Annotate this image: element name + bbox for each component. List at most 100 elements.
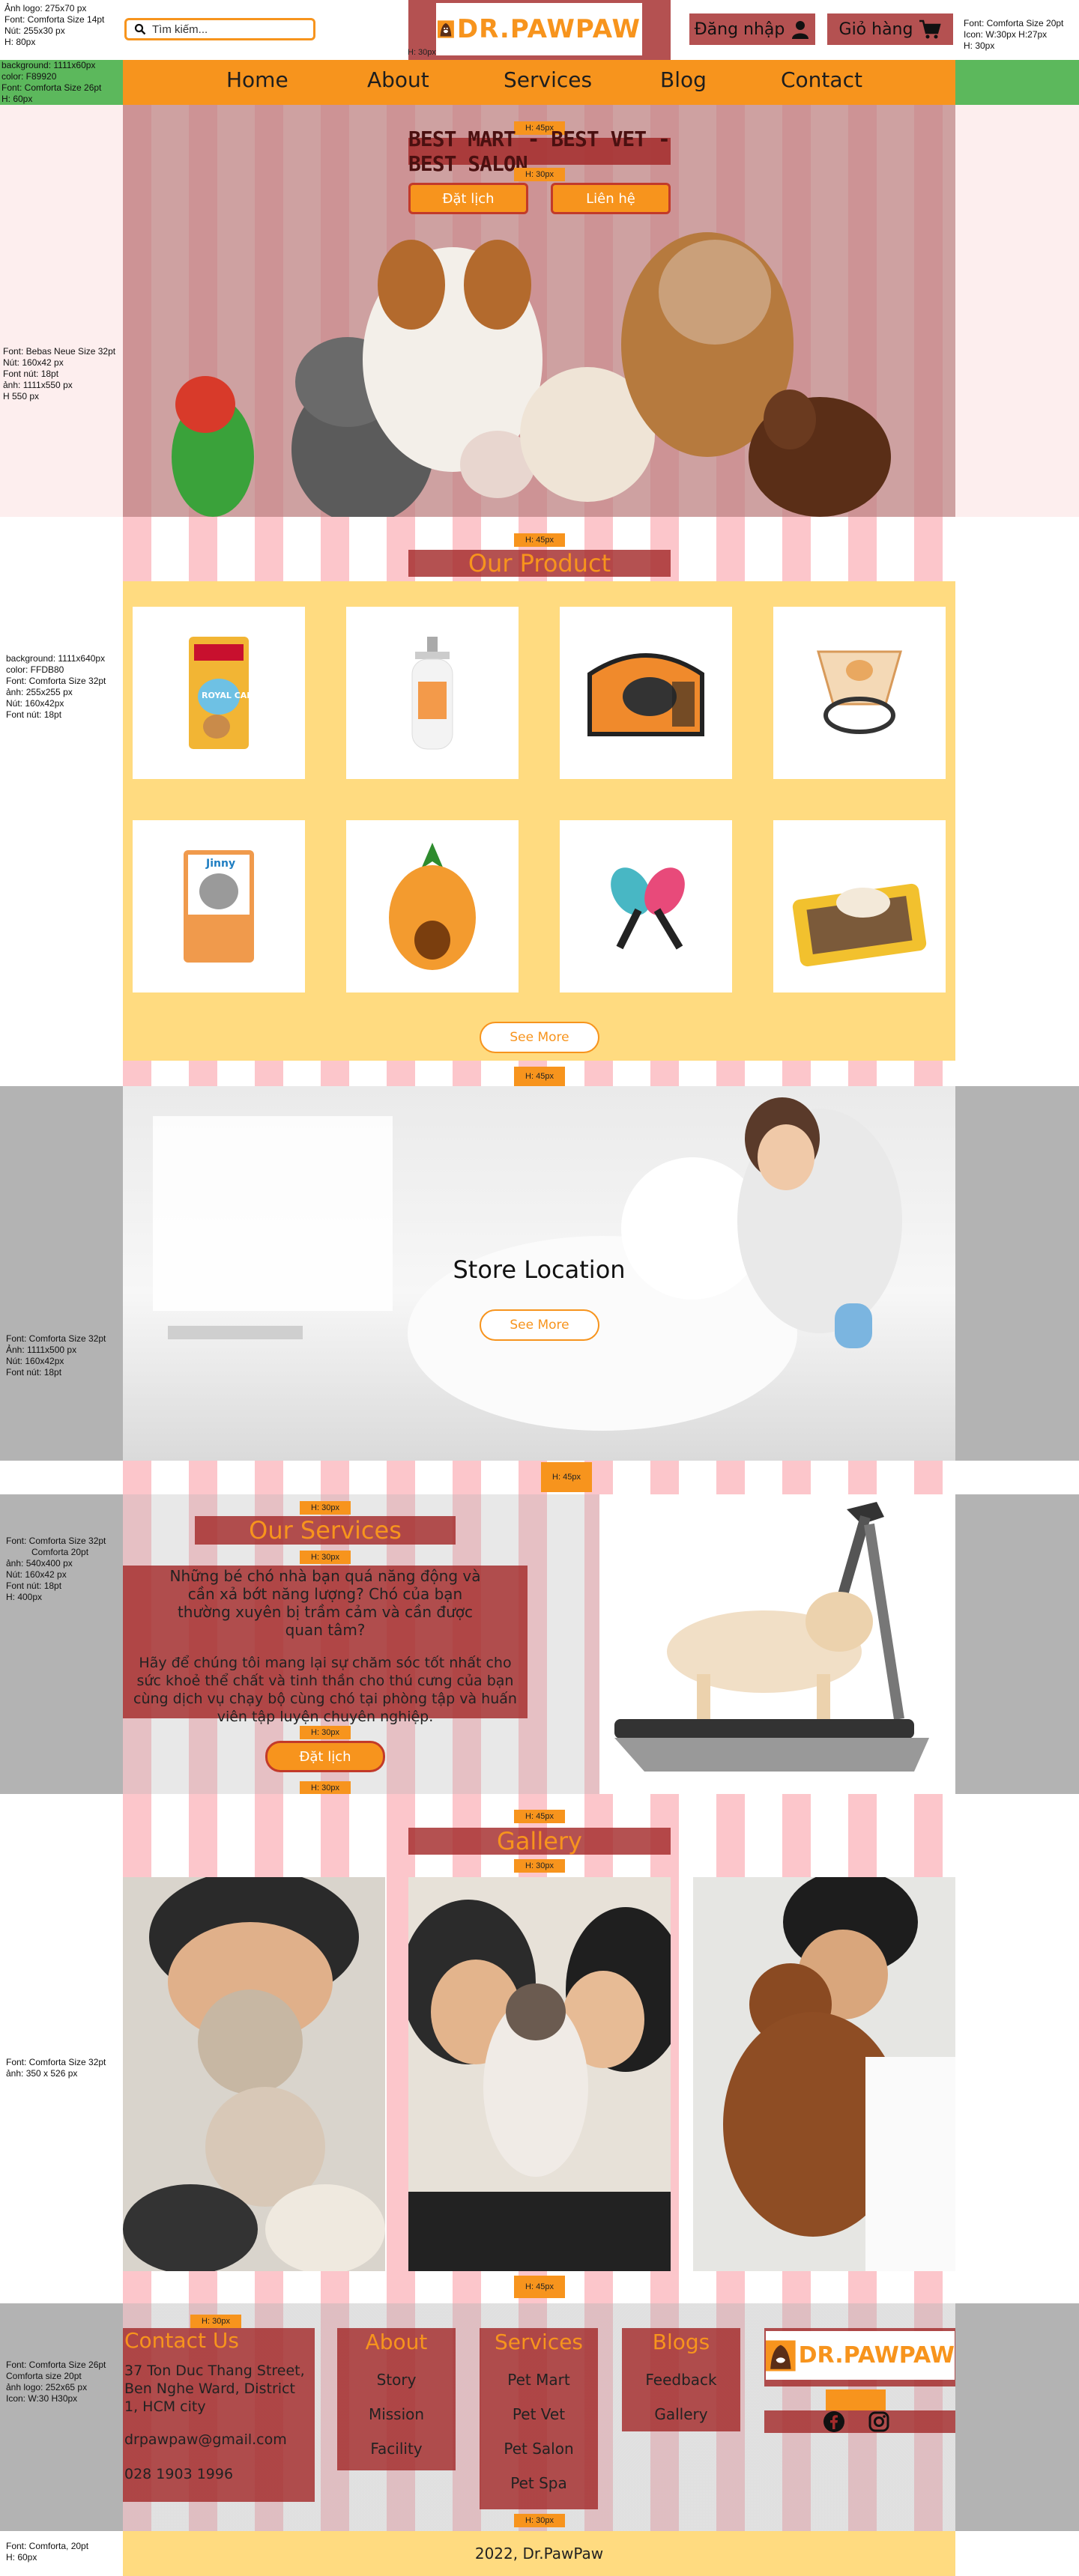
footer-about: About Story Mission Facility	[337, 2328, 456, 2470]
dog-bed-image	[792, 883, 927, 967]
services-button-top-note: H: 30px	[300, 1726, 351, 1739]
store-gap-stripes	[123, 1461, 955, 1494]
product-card[interactable]	[346, 607, 519, 779]
store-title: Store Location	[453, 1255, 626, 1284]
pet-cone-collar-image	[817, 650, 902, 734]
nav-blog[interactable]: Blog	[660, 67, 707, 92]
footer-spec-note: Font: Comforta Size 26pt Comforta size 20…	[6, 2360, 106, 2404]
footer-about-title: About	[365, 2330, 428, 2354]
hero-spec-note: Font: Bebas Neue Size 32pt Nút: 160x42 px…	[3, 346, 116, 401]
gallery-title: Gallery	[408, 1827, 671, 1855]
product-card[interactable]	[773, 820, 946, 992]
cart-label: Giỏ hàng	[838, 19, 913, 39]
gallery-photo[interactable]	[693, 1877, 955, 2271]
product-card[interactable]	[560, 607, 732, 779]
nav-about[interactable]: About	[367, 67, 429, 92]
footer-services: Services Pet Mart Pet Vet Pet Salon Pet …	[480, 2328, 598, 2509]
footer-email[interactable]: drpawpaw@gmail.com	[124, 2431, 313, 2449]
pet-carrier-image	[587, 653, 704, 736]
header-logo[interactable]: DR.PAWPAW	[436, 3, 642, 55]
logo-height-note: H: 30px	[408, 48, 436, 57]
footer-link-pet-vet[interactable]: Pet Vet	[480, 2405, 598, 2423]
login-button[interactable]: Đăng nhập	[689, 13, 815, 45]
product-label: Jinny	[206, 858, 236, 870]
product-card[interactable]: Jinny	[133, 820, 305, 992]
services-title-top-note: H: 30px	[300, 1501, 351, 1515]
product-card[interactable]	[346, 820, 519, 992]
store-spec-note: Font: Comforta Size 32pt Ảnh: 1111x500 px…	[6, 1333, 106, 1378]
nav-home[interactable]: Home	[226, 67, 288, 92]
copyright-spec-note: Font: Comforta, 20pt H: 60px	[6, 2541, 89, 2563]
search-icon	[134, 23, 146, 35]
store-see-more-button[interactable]: See More	[480, 1309, 599, 1341]
footer-link-mission[interactable]: Mission	[337, 2405, 456, 2423]
nav-right-margin	[955, 60, 1079, 105]
nav-spec-note: background: 1111x60px color: F89920 Font: …	[1, 60, 102, 104]
hero-tagline: BEST MART - BEST VET - BEST SALON	[408, 127, 671, 176]
footer-top-note: H: 45px	[514, 2276, 565, 2298]
search-box[interactable]: Tìm kiếm...	[124, 18, 315, 40]
product-card[interactable]	[773, 607, 946, 779]
product-card[interactable]: ROYAL CANIN Poodle	[133, 607, 305, 779]
footer-logo[interactable]: DR.PAWPAW	[766, 2331, 955, 2380]
footer-link-facility[interactable]: Facility	[337, 2440, 456, 2458]
gallery-photo[interactable]	[123, 1877, 385, 2271]
services-top-height-note: H: 45px	[541, 1462, 592, 1492]
footer-link-story[interactable]: Story	[337, 2371, 456, 2389]
footer-services-title: Services	[494, 2330, 584, 2354]
hero-contact-button[interactable]: Liên hệ	[551, 183, 671, 214]
services-bottom-note: H: 30px	[300, 1781, 351, 1795]
couple-kissing-cat-photo	[408, 1900, 671, 2271]
footer-social-accent	[826, 2389, 886, 2410]
footer-contact-title: Contact Us	[124, 2328, 239, 2353]
footer-inner-top-note: H: 30px	[190, 2315, 241, 2328]
footer-contact: Contact Us 37 Ton Duc Thang Street, Ben …	[123, 2328, 315, 2502]
copyright-top-note: H: 30px	[514, 2514, 565, 2527]
man-with-cats-photo	[123, 1877, 385, 2271]
services-title: Our Services	[195, 1516, 456, 1545]
facebook-icon[interactable]	[823, 2410, 845, 2433]
cat-treat-bag-image	[184, 850, 254, 963]
footer-blogs: Blogs Feedback Gallery	[622, 2328, 740, 2431]
services-paragraph-2: Hãy để chúng tôi mang lại sự chăm sóc tố…	[133, 1655, 517, 1725]
footer-social-bar	[764, 2410, 955, 2433]
tagline-height-note: H: 30px	[514, 168, 565, 181]
products-spec-note: background: 1111x640px color: FFDB80 Font:…	[6, 653, 106, 720]
services-paragraph-1: Những bé chó nhà bạn quá năng động và cầ…	[169, 1567, 481, 1639]
nav-services[interactable]: Services	[504, 67, 592, 92]
store-height-note: H: 45px	[514, 1067, 565, 1086]
main-nav: Home About Services Blog Contact	[123, 60, 955, 105]
footer-link-gallery[interactable]: Gallery	[622, 2405, 740, 2423]
logo-text: DR.PAWPAW	[456, 14, 641, 44]
footer-blogs-title: Blogs	[652, 2330, 710, 2354]
pineapple-pet-house-image	[389, 843, 476, 970]
user-icon	[792, 21, 809, 39]
nav-contact[interactable]: Contact	[781, 67, 862, 92]
services-text-top-note: H: 30px	[300, 1551, 351, 1564]
products-title: Our Product	[408, 549, 671, 578]
gallery-spec-note: Font: Comforta Size 32pt ảnh: 350 x 526 p…	[6, 2057, 106, 2079]
search-input[interactable]: Tìm kiếm...	[152, 23, 208, 36]
footer-phone[interactable]: 028 1903 1996	[124, 2465, 313, 2483]
footer-link-pet-mart[interactable]: Pet Mart	[480, 2371, 598, 2389]
products-height-note: H: 45px	[514, 533, 565, 547]
products-see-more-button[interactable]: See More	[480, 1022, 599, 1053]
product-label: ROYAL CANIN Poodle	[202, 691, 298, 700]
cart-button[interactable]: Giỏ hàng	[827, 13, 953, 45]
footer-link-pet-salon[interactable]: Pet Salon	[480, 2440, 598, 2458]
footer-link-pet-spa[interactable]: Pet Spa	[480, 2474, 598, 2492]
copyright-text: 2022, Dr.PawPaw	[123, 2531, 955, 2576]
instagram-icon[interactable]	[868, 2410, 890, 2433]
dog-logo-icon	[438, 20, 454, 38]
services-book-button[interactable]: Đặt lịch	[265, 1741, 385, 1772]
cart-spec-note: Font: Comforta Size 20pt Icon: W:30px H:2…	[964, 18, 1064, 51]
login-label: Đăng nhập	[694, 19, 785, 39]
services-description: Những bé chó nhà bạn quá năng động và cầ…	[123, 1566, 528, 1725]
footer-link-feedback[interactable]: Feedback	[622, 2371, 740, 2389]
shampoo-bottle-image	[411, 637, 453, 750]
hero-book-button[interactable]: Đặt lịch	[408, 183, 528, 214]
man-with-poodle-photo	[723, 1877, 955, 2271]
gallery-photo[interactable]	[408, 1877, 671, 2271]
product-card[interactable]	[560, 820, 732, 992]
footer-logo-text: DR.PAWPAW	[798, 2342, 955, 2369]
